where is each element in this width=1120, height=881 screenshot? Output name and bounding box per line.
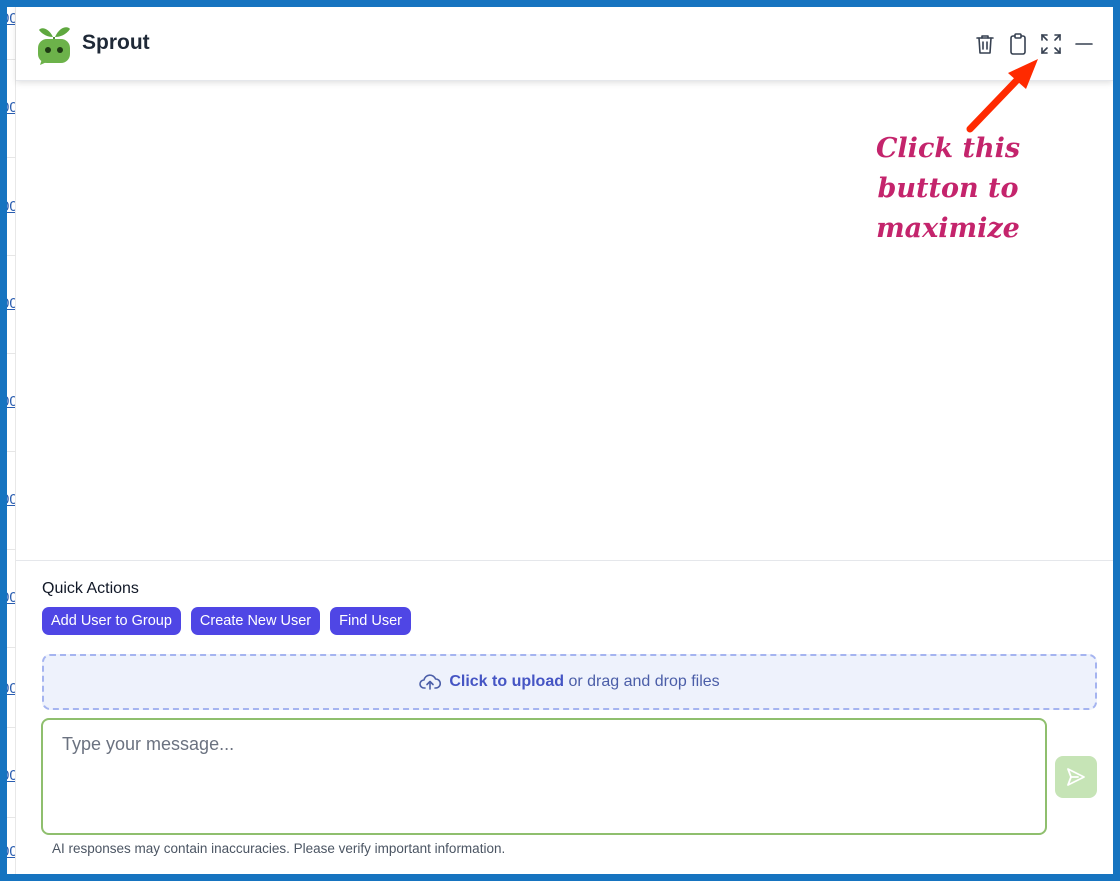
copy-chat-button[interactable] (1005, 31, 1031, 57)
background-row-divider (7, 255, 16, 256)
trash-icon (976, 35, 994, 54)
upload-link[interactable]: Click to upload (449, 673, 564, 690)
background-link[interactable]: 00 (7, 395, 15, 409)
upload-hint: or drag and drop files (568, 673, 720, 690)
send-button[interactable] (1055, 756, 1097, 798)
maximize-icon (1041, 34, 1061, 54)
background-link[interactable]: 00 (7, 769, 15, 783)
annotation-line: button to (877, 173, 1019, 204)
cloud-upload-icon (419, 674, 442, 690)
background-row-divider (7, 451, 16, 452)
background-row-divider (7, 727, 16, 728)
annotation-line: Click this (875, 133, 1021, 164)
annotation-line: maximize (876, 213, 1020, 244)
window: 00 00 00 00 00 00 00 00 00 00 (7, 7, 1113, 874)
minimize-button[interactable] (1071, 31, 1097, 57)
background-row-divider (7, 549, 16, 550)
background-row-divider (7, 157, 16, 158)
background-link[interactable]: 00 (7, 12, 15, 26)
chat-panel: Sprout Click this button to maximize Qui… (16, 7, 1113, 874)
background-link[interactable]: 00 (7, 845, 15, 859)
background-link[interactable]: 00 (7, 101, 15, 115)
background-link[interactable]: 00 (7, 682, 15, 696)
background-link[interactable]: 00 (7, 200, 15, 214)
minimize-icon (1075, 43, 1093, 45)
background-row-divider (7, 353, 16, 354)
background-row-divider (7, 817, 16, 818)
clear-chat-button[interactable] (972, 31, 998, 57)
message-input[interactable] (43, 720, 1045, 833)
quick-actions-title: Quick Actions (42, 580, 139, 597)
sprout-logo-icon (36, 23, 72, 65)
background-page-strip: 00 00 00 00 00 00 00 00 00 00 (7, 7, 16, 874)
find-user-button[interactable]: Find User (330, 607, 411, 635)
ai-disclaimer: AI responses may contain inaccuracies. P… (52, 841, 506, 856)
annotation-arrow (966, 59, 1038, 133)
message-box (41, 718, 1047, 835)
chat-header: Sprout (16, 7, 1113, 81)
quick-actions-row: Add User to Group Create New User Find U… (42, 607, 411, 635)
annotation-text: Click this button to maximize (874, 129, 1022, 249)
background-link[interactable]: 00 (7, 591, 15, 605)
screenshot-frame: 00 00 00 00 00 00 00 00 00 00 (0, 0, 1120, 881)
add-user-to-group-button[interactable]: Add User to Group (42, 607, 181, 635)
background-link[interactable]: 00 (7, 493, 15, 507)
clipboard-icon (1010, 33, 1026, 55)
send-icon (1067, 768, 1085, 786)
create-new-user-button[interactable]: Create New User (190, 607, 321, 635)
messages-divider (16, 560, 1113, 561)
background-row-divider (7, 59, 16, 60)
app-title: Sprout (82, 31, 150, 54)
maximize-button[interactable] (1038, 31, 1064, 57)
background-link[interactable]: 00 (7, 297, 15, 311)
file-upload-dropzone[interactable]: Click to upload or drag and drop files (42, 654, 1097, 710)
background-row-divider (7, 647, 16, 648)
